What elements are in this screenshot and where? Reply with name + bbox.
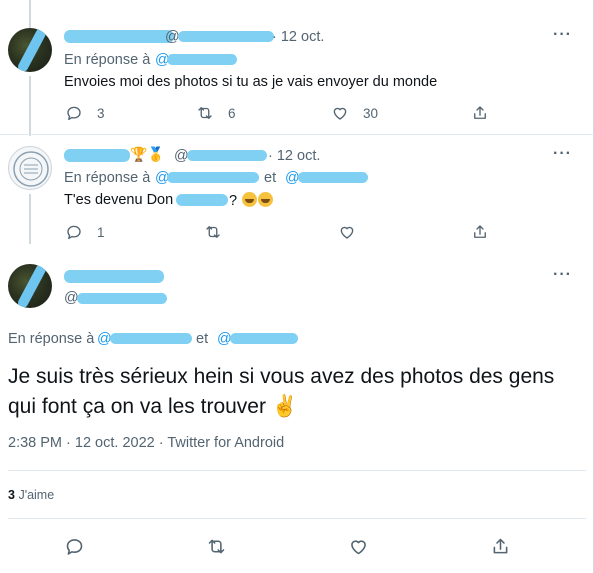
redacted-word xyxy=(176,194,228,206)
tweet-text: Envoies moi des photos si tu as je vais … xyxy=(64,74,438,90)
redacted-mention xyxy=(167,172,259,183)
retweet-icon xyxy=(206,226,220,238)
divider xyxy=(8,518,586,519)
retweet-icon xyxy=(198,107,212,119)
share-icon xyxy=(474,225,486,238)
reply-label: En réponse à xyxy=(64,52,151,68)
reply-count: 3 xyxy=(97,105,105,121)
redacted-mention xyxy=(167,54,237,65)
like-button[interactable] xyxy=(338,223,356,241)
avatar[interactable] xyxy=(8,264,52,308)
tweet-timestamp[interactable]: 2:38 PM · 12 oct. 2022 · Twitter for And… xyxy=(8,435,284,451)
reply-label: En réponse à xyxy=(8,331,95,347)
badges: 🏆🥇 xyxy=(130,146,165,162)
likes-summary[interactable]: 3 J'aime xyxy=(8,488,54,502)
tweet-text-question: ? xyxy=(229,193,238,209)
reply-button[interactable] xyxy=(64,536,85,557)
redacted-display-name xyxy=(64,270,164,283)
divider xyxy=(0,134,594,135)
like-icon xyxy=(340,226,354,239)
retweet-count: 6 xyxy=(228,105,236,121)
like-icon xyxy=(333,107,347,120)
reply-and: et xyxy=(196,331,209,347)
like-button[interactable] xyxy=(348,536,369,557)
more-icon[interactable]: ··· xyxy=(553,145,572,163)
tweet-date[interactable]: · 12 oct. xyxy=(272,29,324,45)
reply-count: 1 xyxy=(97,224,105,240)
club-logo-icon xyxy=(13,151,49,187)
reply-icon xyxy=(67,225,81,240)
tweet-text-end: ? xyxy=(229,192,274,209)
likes-count: 3 xyxy=(8,488,15,502)
share-button[interactable] xyxy=(471,104,489,122)
thread-line xyxy=(29,194,31,244)
tweet-text-start: T'es devenu Don xyxy=(64,192,174,208)
reply-button[interactable]: 1 xyxy=(65,223,105,241)
reply-icon xyxy=(67,106,81,121)
likes-label: J'aime xyxy=(18,488,55,502)
redacted-mention xyxy=(230,333,298,344)
share-button[interactable] xyxy=(490,536,511,557)
like-button[interactable]: 30 xyxy=(331,104,378,122)
share-icon xyxy=(474,106,486,119)
like-icon xyxy=(351,540,366,555)
reply-icon xyxy=(66,539,83,555)
redacted-handle xyxy=(187,150,267,161)
reply-button[interactable]: 3 xyxy=(65,104,105,122)
redacted-mention xyxy=(110,333,192,344)
share-icon xyxy=(493,538,508,554)
main-tweet-text: Je suis très sérieux hein si vous avez d… xyxy=(8,362,568,422)
laughing-emoji-icon xyxy=(258,192,274,207)
avatar[interactable] xyxy=(8,146,52,190)
thread-line xyxy=(29,76,31,136)
like-count: 30 xyxy=(363,105,379,121)
reply-and: et xyxy=(264,170,277,186)
retweet-button[interactable]: 6 xyxy=(196,104,236,122)
more-icon[interactable]: ··· xyxy=(553,266,572,284)
divider xyxy=(8,470,586,471)
tweet-date[interactable]: · 12 oct. xyxy=(268,148,320,164)
laughing-emoji-icon xyxy=(242,192,258,207)
redacted-display-name xyxy=(64,30,174,43)
redacted-display-name xyxy=(64,149,130,162)
redacted-handle xyxy=(178,31,274,42)
tweet-text: T'es devenu Don xyxy=(64,192,173,208)
redacted-mention xyxy=(298,172,368,183)
share-button[interactable] xyxy=(471,223,489,241)
avatar[interactable] xyxy=(8,28,52,72)
victory-hand-emoji: ✌️ xyxy=(271,395,298,418)
retweet-button[interactable] xyxy=(206,536,227,557)
redacted-handle xyxy=(77,293,167,304)
thread-line xyxy=(29,0,31,28)
retweet-button[interactable] xyxy=(204,223,222,241)
retweet-icon xyxy=(208,539,225,554)
thread-frame: @ · 12 oct. ··· En réponse à @ Envoies m… xyxy=(0,0,594,573)
reply-label: En réponse à xyxy=(64,170,151,186)
more-icon[interactable]: ··· xyxy=(553,26,572,44)
